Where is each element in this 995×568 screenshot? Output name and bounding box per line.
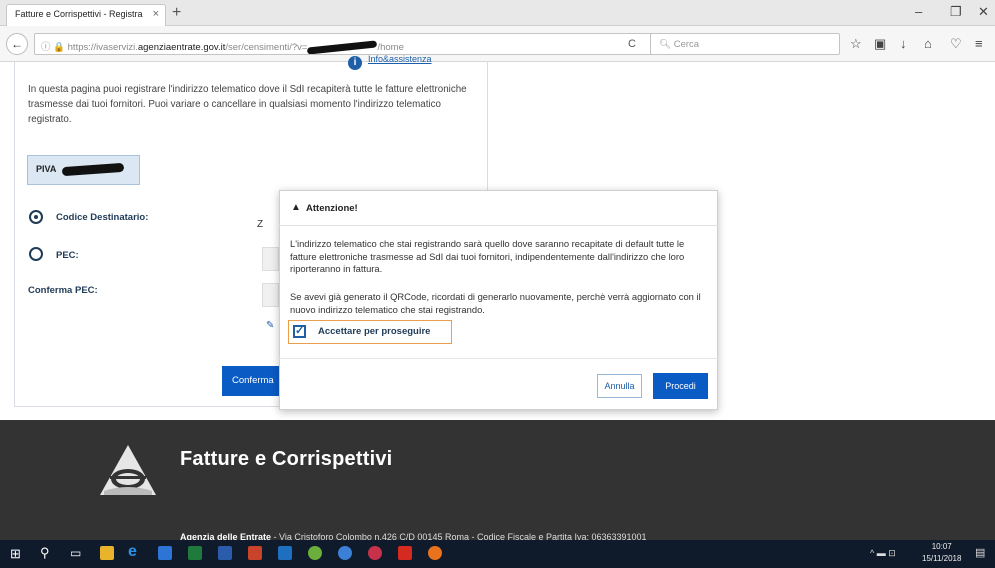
codice-destinatario-input[interactable]: Z [253, 214, 279, 238]
conferma-pec-input[interactable] [262, 283, 279, 307]
maximize-icon[interactable]: ❐ [950, 4, 962, 20]
edit-icon[interactable]: ✎ [266, 320, 274, 331]
edge-icon[interactable]: e [128, 543, 137, 561]
powerpoint-icon[interactable] [248, 546, 262, 560]
firefox-icon[interactable] [428, 546, 442, 560]
new-tab-icon[interactable]: + [172, 4, 181, 22]
pocket-icon[interactable]: ♡ [950, 36, 962, 52]
reload-icon[interactable]: C [628, 38, 636, 50]
url-bar[interactable]: ⓘ 🔒 https://ivaservizi.agenziaentrate.go… [34, 33, 670, 55]
intro-text: In questa pagina puoi registrare l'indir… [28, 84, 467, 125]
browser-tab[interactable]: Fatture e Corrispettivi - Registra × [6, 4, 166, 26]
accept-label[interactable]: Accettare per proseguire [318, 326, 430, 337]
app-red-icon[interactable] [368, 546, 382, 560]
system-tray-icons[interactable]: ^ ▬ ⊡ [870, 548, 896, 559]
back-arrow-icon[interactable]: ← [6, 33, 28, 55]
proceed-button[interactable]: Procedi [653, 373, 708, 399]
conferma-pec-label: Conferma PEC: [28, 285, 98, 296]
confirm-button[interactable]: Conferma [222, 366, 280, 396]
taskbar-clock[interactable]: 10:07 15/11/2018 [922, 541, 961, 565]
modal-title: Attenzione! [306, 203, 358, 214]
minimize-icon[interactable]: – [915, 4, 922, 19]
url-domain: agenziaentrate.gov.it [137, 42, 226, 53]
agenzia-entrate-logo [100, 445, 156, 495]
windows-start-icon[interactable]: ⊞ [10, 546, 21, 562]
pec-input[interactable] [262, 247, 279, 271]
url-redaction [307, 40, 378, 54]
info-circle-icon: ⓘ [41, 42, 51, 53]
menu-icon[interactable]: ≡ [975, 36, 983, 51]
modal-paragraph-2: Se avevi già generato il QRCode, ricorda… [290, 291, 701, 315]
close-tab-icon[interactable]: × [153, 8, 159, 20]
info-assistance-link[interactable]: Info&assistenza [368, 54, 432, 64]
search-taskbar-icon[interactable]: ⚲ [40, 545, 50, 561]
warning-icon: ▲ [291, 202, 301, 213]
search-icon: 🔍︎ [659, 39, 672, 50]
app-green-icon[interactable] [308, 546, 322, 560]
url-suffix: /home [377, 42, 404, 53]
notification-icon[interactable]: ▤ [975, 546, 985, 559]
word-icon[interactable] [218, 546, 232, 560]
pec-label: PEC: [56, 250, 79, 261]
modal-footer-divider [279, 358, 718, 359]
codice-destinatario-label: Codice Destinatario: [56, 212, 149, 223]
search-input[interactable]: 🔍︎ Cerca [650, 33, 840, 55]
cancel-button[interactable]: Annulla [597, 374, 642, 398]
close-window-icon[interactable]: ✕ [978, 4, 989, 20]
search-placeholder: Cerca [673, 39, 700, 50]
file-explorer-icon[interactable] [100, 546, 114, 560]
clock-date: 15/11/2018 [922, 554, 962, 563]
task-view-icon[interactable]: ▭ [70, 546, 81, 560]
accept-checkbox[interactable]: ✓ [293, 325, 306, 338]
url-path: /ser/censimenti/?v= [225, 42, 308, 53]
bookmark-star-icon[interactable]: ☆ [850, 36, 862, 52]
url-prefix: https://ivaservizi. [67, 42, 138, 53]
modal-paragraph-1: L'indirizzo telematico che stai registra… [290, 238, 685, 274]
app-blue-icon[interactable] [338, 546, 352, 560]
store-icon[interactable] [158, 546, 172, 560]
info-icon[interactable]: i [348, 56, 362, 70]
footer-title: Fatture e Corrispettivi [180, 448, 393, 470]
piva-redaction [61, 162, 124, 177]
codice-destinatario-radio[interactable] [29, 210, 43, 224]
outlook-icon[interactable] [278, 546, 292, 560]
tab-title: Fatture e Corrispettivi - Registra [15, 9, 143, 19]
acrobat-icon[interactable] [398, 546, 412, 560]
reading-list-icon[interactable]: ▣ [874, 36, 886, 52]
pec-radio[interactable] [29, 247, 43, 261]
divider [487, 62, 488, 202]
windows-taskbar [0, 540, 995, 568]
home-icon[interactable]: ⌂ [924, 36, 932, 51]
download-icon[interactable]: ↓ [900, 36, 907, 51]
piva-label: PIVA [36, 164, 57, 174]
clock-time: 10:07 [931, 542, 952, 551]
excel-icon[interactable] [188, 546, 202, 560]
piva-box: PIVA [27, 155, 140, 185]
lock-icon: 🔒 [53, 42, 65, 53]
